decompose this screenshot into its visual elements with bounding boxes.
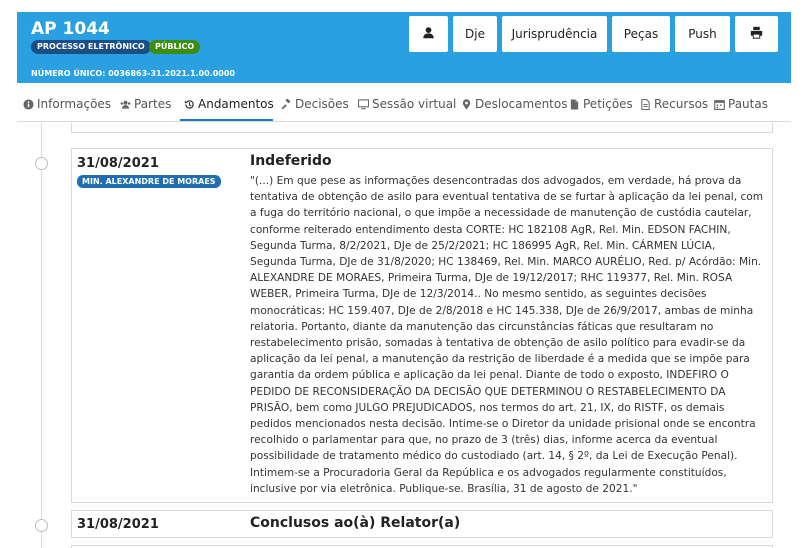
jurisprudencia-button[interactable]: Jurisprudência (502, 16, 607, 52)
tab-peticoes[interactable]: Petições (569, 97, 633, 111)
tab-sessao-virtual[interactable]: Sessão virtual (357, 97, 457, 111)
info-icon (23, 98, 34, 110)
tab-deslocamentos[interactable]: Deslocamentos (461, 97, 567, 111)
tab-decisoes[interactable]: Decisões (281, 97, 349, 111)
pecas-button[interactable]: Peças (612, 16, 670, 52)
file-text-icon (640, 98, 651, 110)
timeline-card: 31/08/2021 Conclusos ao(à) Relator(a) (71, 510, 773, 538)
tab-label: Partes (134, 97, 172, 111)
tab-label: Pautas (728, 97, 768, 111)
dje-button[interactable]: Dje (453, 16, 497, 52)
monitor-icon (357, 98, 370, 110)
map-marker-icon (461, 98, 472, 110)
tab-label: Recursos (654, 97, 709, 111)
andamento-date: 31/08/2021 (77, 517, 159, 532)
andamento-text: "(...) Em que pese as informações desenc… (250, 175, 764, 495)
case-header: AP 1044 PROCESSO ELETRÔNICO PÚBLICO NÚME… (17, 12, 791, 83)
tab-label: Deslocamentos (475, 97, 568, 111)
tab-label: Decisões (295, 97, 349, 111)
andamento-title: Indeferido (250, 153, 332, 169)
active-tab-indicator (180, 119, 273, 121)
user-button[interactable] (409, 16, 448, 52)
minister-badge: MIN. ALEXANDRE DE MORAES (77, 175, 221, 188)
tab-informacoes[interactable]: Informações (23, 97, 111, 111)
andamento-title: Conclusos ao(à) Relator(a) (250, 515, 461, 531)
history-icon (184, 99, 195, 110)
file-icon (569, 98, 580, 110)
timeline-dot (35, 519, 48, 532)
andamento-date: 31/08/2021 (77, 156, 159, 171)
gavel-icon (281, 97, 292, 110)
timeline-dot (35, 157, 48, 170)
users-icon (120, 99, 131, 110)
calendar-icon (714, 99, 725, 110)
tab-pautas[interactable]: Pautas (714, 97, 768, 111)
timeline-line (41, 123, 42, 548)
tab-andamentos[interactable]: Andamentos (184, 97, 274, 111)
badge-publico: PÚBLICO (149, 40, 201, 54)
print-icon (750, 26, 763, 42)
tab-label: Andamentos (198, 97, 274, 111)
timeline-card-previous (71, 123, 773, 133)
numero-unico: NÚMERO ÚNICO: 0036863-31.2021.1.00.0000 (31, 69, 235, 78)
badge-processo-eletronico: PROCESSO ELETRÔNICO (31, 40, 151, 54)
tab-recursos[interactable]: Recursos (640, 97, 708, 111)
print-button[interactable] (735, 16, 778, 52)
case-title: AP 1044 (31, 19, 110, 39)
page: AP 1044 PROCESSO ELETRÔNICO PÚBLICO NÚME… (0, 0, 805, 548)
tab-bar: Informações Partes Andamentos Decisões S… (17, 88, 791, 122)
tab-partes[interactable]: Partes (120, 97, 171, 111)
push-button[interactable]: Push (675, 16, 730, 52)
andamentos-list[interactable]: 31/08/2021 MIN. ALEXANDRE DE MORAES Inde… (17, 123, 791, 548)
timeline-card: 31/08/2021 MIN. ALEXANDRE DE MORAES Inde… (71, 148, 773, 503)
tab-label: Petições (583, 97, 633, 111)
user-icon (422, 26, 435, 42)
tab-label: Sessão virtual (372, 97, 457, 111)
tab-label: Informações (37, 97, 112, 111)
